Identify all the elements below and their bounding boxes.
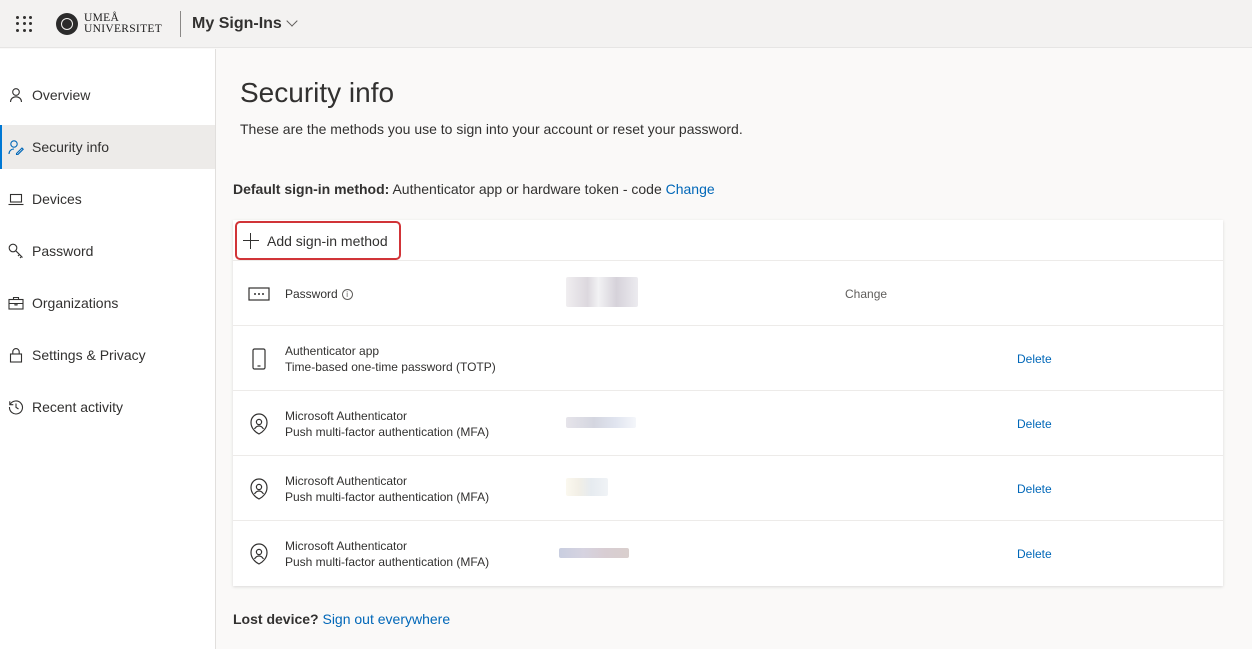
method-row-microsoft-authenticator: Microsoft Authenticator Push multi-facto… <box>233 456 1223 521</box>
add-method-row: Add sign-in method <box>233 220 1223 261</box>
sidebar-item-label: Password <box>32 243 94 259</box>
sidebar-item-label: Devices <box>32 191 82 207</box>
method-subtitle: Push multi-factor authentication (MFA) <box>285 555 490 569</box>
sidebar-item-security-info[interactable]: Security info <box>0 125 215 169</box>
key-icon <box>8 243 24 259</box>
authenticator-icon <box>247 412 271 436</box>
phone-icon <box>247 347 271 371</box>
method-title: Password <box>285 287 338 301</box>
sidebar-item-label: Recent activity <box>32 399 124 415</box>
delete-method-link[interactable]: Delete <box>1017 417 1052 431</box>
method-title: Microsoft Authenticator <box>285 409 408 423</box>
app-title-dropdown[interactable]: My Sign-Ins <box>192 14 298 33</box>
lost-device-line: Lost device? Sign out everywhere <box>233 611 450 627</box>
methods-card: Add sign-in method Password i Change Aut… <box>233 220 1223 586</box>
person-icon <box>8 87 24 103</box>
sidebar-item-label: Security info <box>32 139 110 155</box>
method-subtitle: Time-based one-time password (TOTP) <box>285 360 496 374</box>
method-subtitle: Push multi-factor authentication (MFA) <box>285 425 490 439</box>
redacted-value <box>566 417 636 428</box>
method-title: Authenticator app <box>285 344 380 358</box>
lock-icon <box>8 347 24 363</box>
method-title: Microsoft Authenticator <box>285 539 408 553</box>
method-row-microsoft-authenticator: Microsoft Authenticator Push multi-facto… <box>233 391 1223 456</box>
sign-out-everywhere-link[interactable]: Sign out everywhere <box>322 611 450 627</box>
sidebar: Overview Security info Devices Password … <box>0 49 216 649</box>
sidebar-item-organizations[interactable]: Organizations <box>0 281 215 325</box>
laptop-icon <box>8 191 24 207</box>
info-icon[interactable]: i <box>341 288 353 300</box>
change-default-link[interactable]: Change <box>666 181 715 197</box>
method-title: Microsoft Authenticator <box>285 474 408 488</box>
delete-method-link[interactable]: Delete <box>1017 482 1052 496</box>
chevron-down-icon <box>286 15 298 27</box>
person-key-icon <box>8 139 24 155</box>
change-password-link[interactable]: Change <box>845 287 887 301</box>
redacted-value <box>566 277 638 307</box>
authenticator-icon <box>247 477 271 501</box>
add-method-label: Add sign-in method <box>267 232 388 249</box>
sidebar-item-label: Organizations <box>32 295 119 311</box>
top-bar: UMEÅ UNIVERSITET My Sign-Ins <box>0 0 1252 48</box>
delete-method-link[interactable]: Delete <box>1017 352 1052 366</box>
app-title: My Sign-Ins <box>192 14 282 32</box>
method-subtitle: Push multi-factor authentication (MFA) <box>285 490 490 504</box>
app-launcher-icon[interactable] <box>0 0 48 48</box>
password-dots-icon <box>247 282 271 306</box>
history-icon <box>8 399 24 415</box>
redacted-value <box>566 478 608 496</box>
method-row-authenticator-app: Authenticator app Time-based one-time pa… <box>233 326 1223 391</box>
delete-method-link[interactable]: Delete <box>1017 547 1052 561</box>
briefcase-icon <box>8 295 24 311</box>
default-sign-in-method: Default sign-in method: Authenticator ap… <box>233 181 715 197</box>
university-seal-icon <box>56 12 78 35</box>
lost-device-label: Lost device? <box>233 611 319 627</box>
add-sign-in-method-button[interactable]: Add sign-in method <box>235 221 401 260</box>
page-title: Security info <box>240 77 395 108</box>
sidebar-item-overview[interactable]: Overview <box>0 73 215 117</box>
sidebar-item-password[interactable]: Password <box>0 229 215 273</box>
sidebar-item-label: Overview <box>32 87 91 103</box>
redacted-value <box>559 548 629 558</box>
authenticator-icon <box>247 542 271 566</box>
page-subtitle: These are the methods you use to sign in… <box>240 121 743 137</box>
method-row-microsoft-authenticator: Microsoft Authenticator Push multi-facto… <box>233 521 1223 586</box>
sidebar-item-devices[interactable]: Devices <box>0 177 215 221</box>
default-method-label: Default sign-in method: <box>233 181 390 197</box>
sidebar-item-label: Settings & Privacy <box>32 347 146 363</box>
default-method-value: Authenticator app or hardware token - co… <box>392 181 662 197</box>
sidebar-item-settings-privacy[interactable]: Settings & Privacy <box>0 333 215 377</box>
sidebar-item-recent-activity[interactable]: Recent activity <box>0 385 215 429</box>
logo-line-2: UNIVERSITET <box>84 22 163 35</box>
university-logo[interactable]: UMEÅ UNIVERSITET <box>56 10 182 37</box>
method-row-password: Password i Change <box>233 261 1223 326</box>
logo-line-1: UMEÅ <box>84 11 120 24</box>
plus-icon <box>243 232 259 249</box>
